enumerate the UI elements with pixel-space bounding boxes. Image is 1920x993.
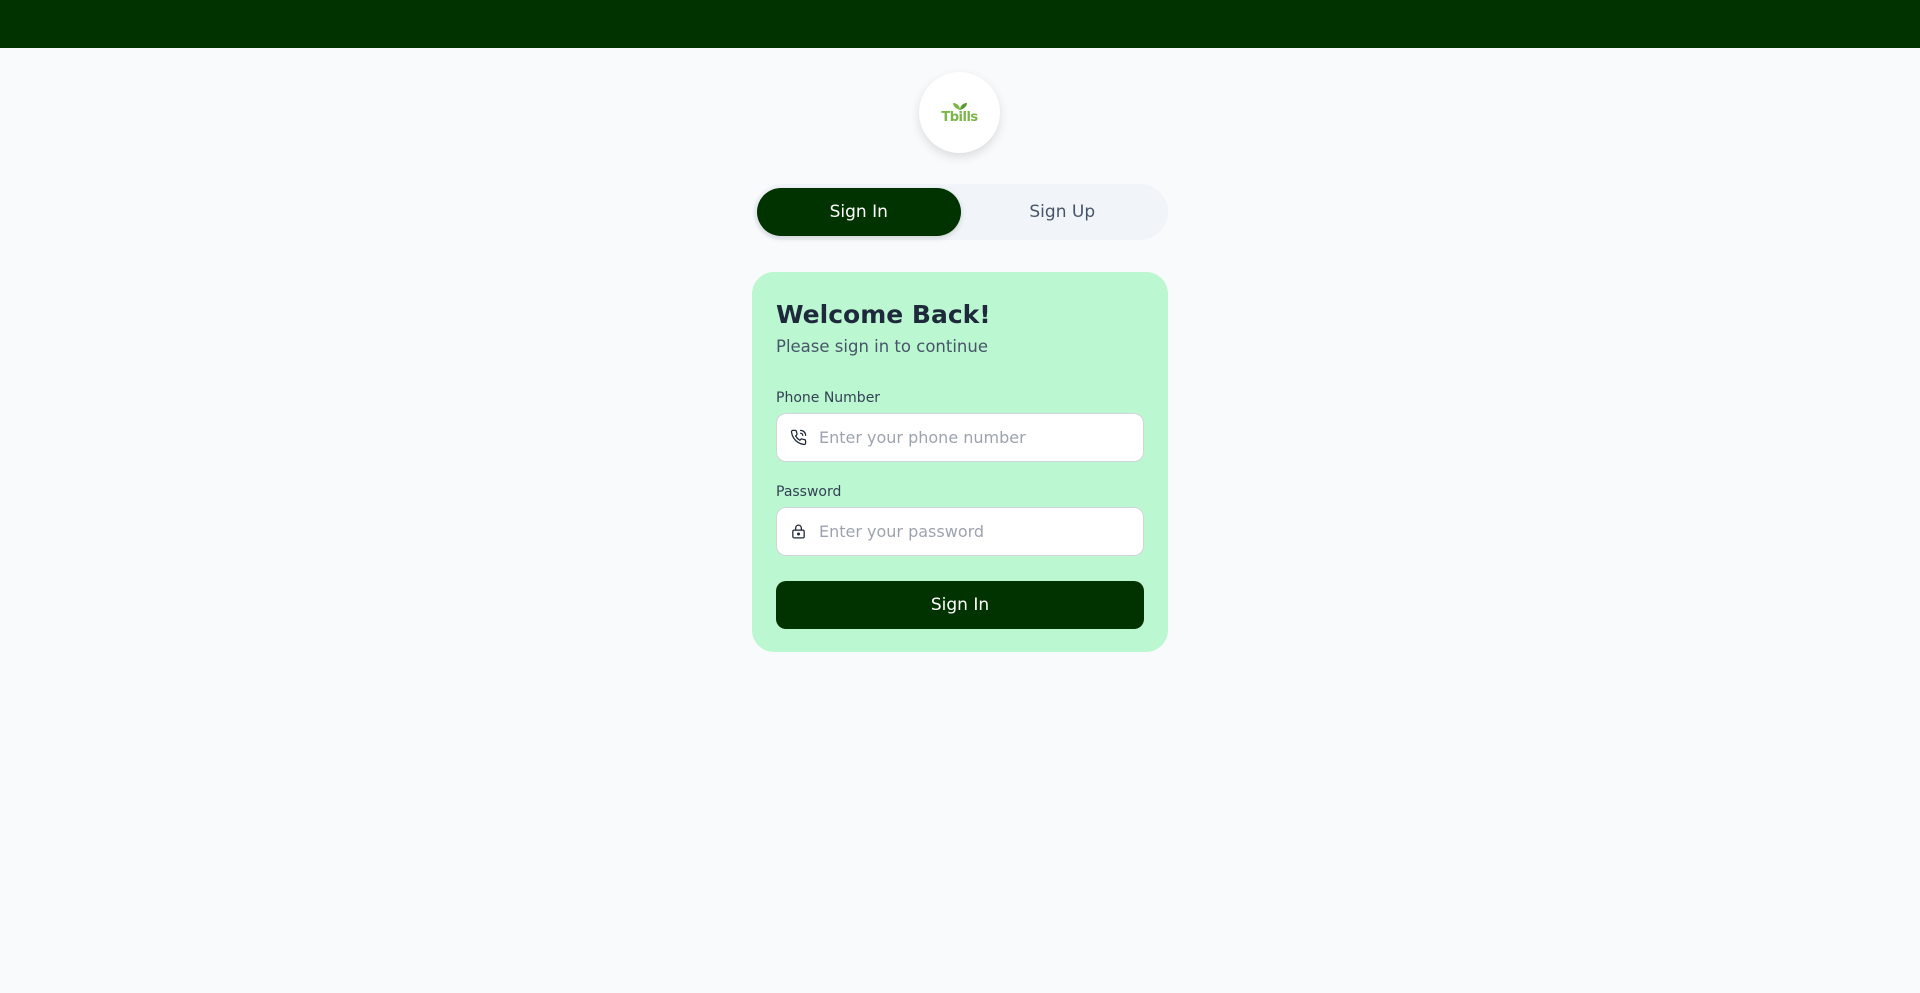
logo-leaf-icon bbox=[952, 102, 967, 110]
logo-text: Tbills bbox=[941, 109, 978, 125]
phone-field bbox=[776, 413, 1144, 462]
phone-input[interactable] bbox=[817, 427, 1131, 448]
form-title: Welcome Back! bbox=[776, 300, 991, 329]
top-bar bbox=[0, 0, 1920, 48]
tab-sign-in[interactable]: Sign In bbox=[757, 188, 961, 236]
tab-sign-up[interactable]: Sign Up bbox=[961, 188, 1165, 236]
password-label: Password bbox=[776, 484, 842, 500]
auth-tabs: Sign In Sign Up bbox=[753, 184, 1168, 240]
sign-in-button[interactable]: Sign In bbox=[776, 581, 1144, 629]
password-field bbox=[776, 507, 1144, 556]
phone-label: Phone Number bbox=[776, 390, 881, 406]
sign-in-card: Welcome Back! Please sign in to continue… bbox=[752, 272, 1168, 652]
lock-icon bbox=[789, 523, 807, 541]
logo-mark: Tbills bbox=[941, 102, 978, 125]
password-input[interactable] bbox=[817, 521, 1131, 542]
form-subtitle: Please sign in to continue bbox=[776, 337, 988, 356]
logo: Tbills bbox=[919, 72, 1000, 153]
phone-icon bbox=[789, 429, 807, 447]
